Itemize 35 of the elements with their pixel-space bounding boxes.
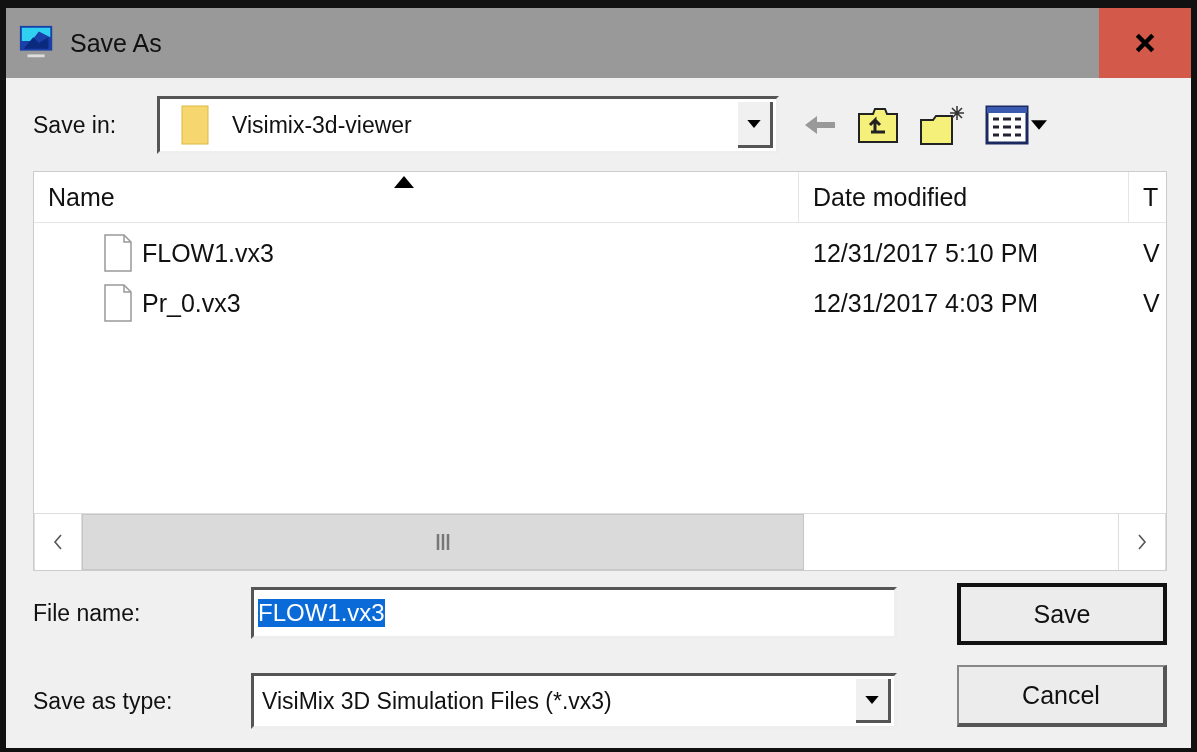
save-in-dropdown[interactable]: Visimix-3d-viewer <box>157 96 779 154</box>
new-folder-icon[interactable] <box>919 104 965 146</box>
cancel-button[interactable]: Cancel <box>957 665 1167 727</box>
column-header[interactable]: T <box>1129 172 1164 222</box>
scroll-thumb[interactable] <box>82 514 804 570</box>
save-as-type-dropdown[interactable]: VisiMix 3D Simulation Files (*.vx3) <box>251 673 897 729</box>
close-button[interactable] <box>1099 8 1191 78</box>
column-header[interactable]: Date modified <box>799 172 1129 222</box>
column-header[interactable]: Name <box>34 172 799 222</box>
folder-icon <box>180 104 210 146</box>
file-icon <box>104 234 132 272</box>
details-view-icon <box>985 105 1029 145</box>
right-chevron-icon <box>1137 534 1147 550</box>
save-button[interactable]: Save <box>957 583 1167 645</box>
window-title: Save As <box>70 28 163 58</box>
folder-up-icon[interactable] <box>857 106 899 144</box>
file-date: 12/31/2017 4:03 PM <box>813 288 1039 318</box>
file-name: FLOW1.vx3 <box>142 238 274 268</box>
close-icon <box>1134 32 1156 54</box>
file-date: 12/31/2017 5:10 PM <box>813 238 1039 268</box>
sort-arrow-icon <box>393 176 416 188</box>
caret-icon <box>1031 120 1047 130</box>
file-name: Pr_0.vx3 <box>142 288 241 318</box>
file-icon <box>104 284 132 322</box>
horizontal-scrollbar[interactable] <box>34 513 1166 570</box>
file-row[interactable]: Pr_0.vx3 12/31/2017 4:03 PM V <box>34 278 1166 328</box>
file-name-label: File name: <box>33 599 142 627</box>
file-row[interactable]: FLOW1.vx3 12/31/2017 5:10 PM V <box>34 228 1166 278</box>
save-as-type-label: Save as type: <box>33 687 174 715</box>
left-chevron-icon <box>53 534 63 550</box>
file-type: V <box>1143 238 1160 268</box>
file-name-field[interactable]: FLOW1.vx3 <box>251 587 897 639</box>
view-menu-button[interactable] <box>985 105 1047 145</box>
save-in-label: Save in: <box>33 111 118 139</box>
file-type: V <box>1143 288 1160 318</box>
